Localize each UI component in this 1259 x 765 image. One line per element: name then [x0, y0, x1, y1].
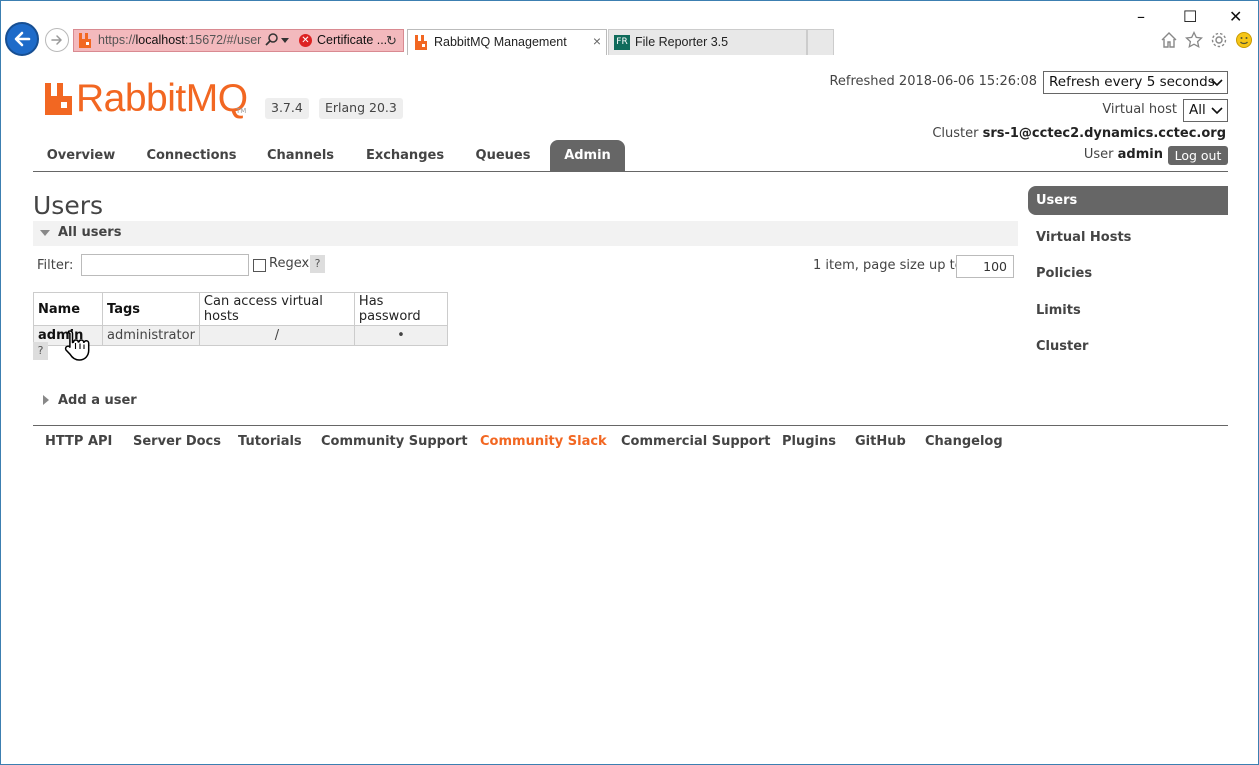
search-icon[interactable]	[264, 32, 280, 48]
user-vhosts-cell: /	[198, 325, 355, 346]
tab-overview[interactable]: Overview	[33, 140, 129, 171]
table-row[interactable]: admin administrator / •	[33, 325, 448, 346]
filter-label: Filter:	[37, 258, 74, 273]
tab-file-reporter[interactable]: FR File Reporter 3.5	[608, 29, 807, 55]
tab-admin[interactable]: Admin	[550, 140, 625, 171]
browser-chrome: https://localhost:15672/#/user ✕ Certifi…	[1, 1, 1258, 59]
back-arrow-icon[interactable]	[5, 22, 39, 56]
column-header-tags[interactable]: Tags	[102, 292, 200, 326]
new-tab-button[interactable]	[807, 29, 834, 55]
virtual-host-select[interactable]: All	[1183, 99, 1228, 122]
column-header-has-password: Has password	[353, 292, 448, 326]
rabbitmq-favicon-icon	[415, 35, 427, 50]
refresh-icon[interactable]: ↻	[386, 33, 397, 49]
collapse-triangle-icon	[40, 230, 50, 236]
erlang-badge: Erlang 20.3	[319, 98, 403, 119]
regex-label[interactable]: Regex	[269, 256, 309, 271]
refresh-interval-value: Refresh every 5 seconds	[1049, 74, 1215, 90]
browser-window: https://localhost:15672/#/user ✕ Certifi…	[0, 0, 1259, 765]
page-size-input[interactable]: 100	[956, 255, 1014, 278]
table-header-row: Name Tags Can access virtual hosts Has p…	[33, 292, 448, 326]
filter-input[interactable]	[81, 254, 249, 276]
close-window-button[interactable]: ✕	[1229, 7, 1242, 26]
footer-link-commercial-support[interactable]: Commercial Support	[621, 434, 771, 449]
main-nav: Overview Connections Channels Exchanges …	[33, 140, 1228, 172]
maximize-button[interactable]: ☐	[1183, 7, 1197, 26]
tab-channels[interactable]: Channels	[255, 140, 346, 171]
virtual-host-label: Virtual host	[1102, 102, 1177, 117]
logo-trademark: TM	[236, 107, 247, 115]
all-users-section-toggle[interactable]: All users	[33, 221, 1018, 246]
home-icon[interactable]	[1160, 31, 1178, 49]
forward-arrow-icon[interactable]	[45, 28, 69, 52]
tab-connections[interactable]: Connections	[133, 140, 250, 171]
table-help-button[interactable]: ?	[33, 342, 48, 360]
footer-link-http-api[interactable]: HTTP API	[45, 434, 112, 449]
tab-exchanges[interactable]: Exchanges	[355, 140, 455, 171]
gear-icon[interactable]	[1210, 31, 1228, 49]
rabbitmq-favicon-icon	[79, 33, 91, 48]
virtual-host-value: All	[1189, 102, 1206, 118]
footer-link-community-support[interactable]: Community Support	[321, 434, 468, 449]
tab-label: File Reporter 3.5	[635, 35, 729, 49]
certificate-error-icon[interactable]: ✕	[299, 34, 312, 47]
footer-link-server-docs[interactable]: Server Docs	[133, 434, 221, 449]
footer-link-changelog[interactable]: Changelog	[925, 434, 1003, 449]
favorites-star-icon[interactable]	[1185, 31, 1203, 49]
sidebar-item-limits[interactable]: Limits	[1028, 296, 1228, 325]
column-header-vhosts: Can access virtual hosts	[198, 292, 355, 326]
hand-pointer-cursor-icon	[64, 330, 90, 361]
regex-help-button[interactable]: ?	[310, 255, 325, 273]
regex-checkbox[interactable]	[253, 259, 266, 272]
certificate-error-label[interactable]: Certificate ...	[317, 33, 387, 47]
rabbitmq-logo-icon	[45, 83, 72, 115]
tab-label: RabbitMQ Management	[434, 35, 567, 49]
column-header-name[interactable]: Name	[33, 292, 103, 326]
page-title: Users	[33, 191, 104, 220]
sidebar-item-users[interactable]: Users	[1028, 186, 1228, 215]
feedback-smiley-icon[interactable]	[1235, 31, 1253, 49]
footer-link-tutorials[interactable]: Tutorials	[238, 434, 302, 449]
chevron-down-icon	[1211, 107, 1223, 115]
page-size-label: 1 item, page size up to	[813, 258, 963, 273]
refresh-interval-select[interactable]: Refresh every 5 seconds	[1043, 71, 1228, 94]
tab-rabbitmq-management[interactable]: RabbitMQ Management ×	[407, 29, 607, 55]
users-table: Name Tags Can access virtual hosts Has p…	[33, 292, 448, 346]
section-label: All users	[58, 225, 122, 240]
version-badge: 3.7.4	[265, 98, 309, 119]
sidebar-item-policies[interactable]: Policies	[1028, 259, 1228, 288]
footer-link-community-slack[interactable]: Community Slack	[480, 434, 607, 449]
minimize-button[interactable]: –	[1137, 7, 1145, 26]
cluster-name: srs-1@cctec2.dynamics.cctec.org	[982, 126, 1226, 141]
chevron-down-icon	[1211, 79, 1223, 87]
file-reporter-favicon-icon: FR	[614, 35, 630, 50]
tab-close-icon[interactable]: ×	[593, 33, 601, 49]
address-dropdown-icon[interactable]	[281, 38, 289, 43]
cluster-info: Cluster srs-1@cctec2.dynamics.cctec.org	[932, 126, 1226, 141]
sidebar-item-virtual-hosts[interactable]: Virtual Hosts	[1028, 223, 1228, 252]
address-bar[interactable]: https://localhost:15672/#/user ✕ Certifi…	[73, 29, 404, 52]
user-tags-cell: administrator	[102, 325, 200, 346]
footer-link-plugins[interactable]: Plugins	[782, 434, 836, 449]
logo-text: RabbitMQ	[76, 77, 248, 120]
footer-link-github[interactable]: GitHub	[855, 434, 906, 449]
cluster-label: Cluster	[932, 126, 979, 141]
address-url: https://localhost:15672/#/user	[98, 33, 262, 47]
expand-triangle-icon	[43, 395, 49, 405]
add-user-label: Add a user	[58, 393, 137, 408]
sidebar-item-cluster[interactable]: Cluster	[1028, 332, 1228, 361]
footer-divider	[33, 425, 1228, 426]
tab-queues[interactable]: Queues	[464, 140, 542, 171]
rabbitmq-logo[interactable]: RabbitMQ TM	[44, 77, 254, 121]
refreshed-timestamp: Refreshed 2018-06-06 15:26:08	[829, 74, 1037, 89]
user-has-password-cell: •	[353, 325, 448, 346]
